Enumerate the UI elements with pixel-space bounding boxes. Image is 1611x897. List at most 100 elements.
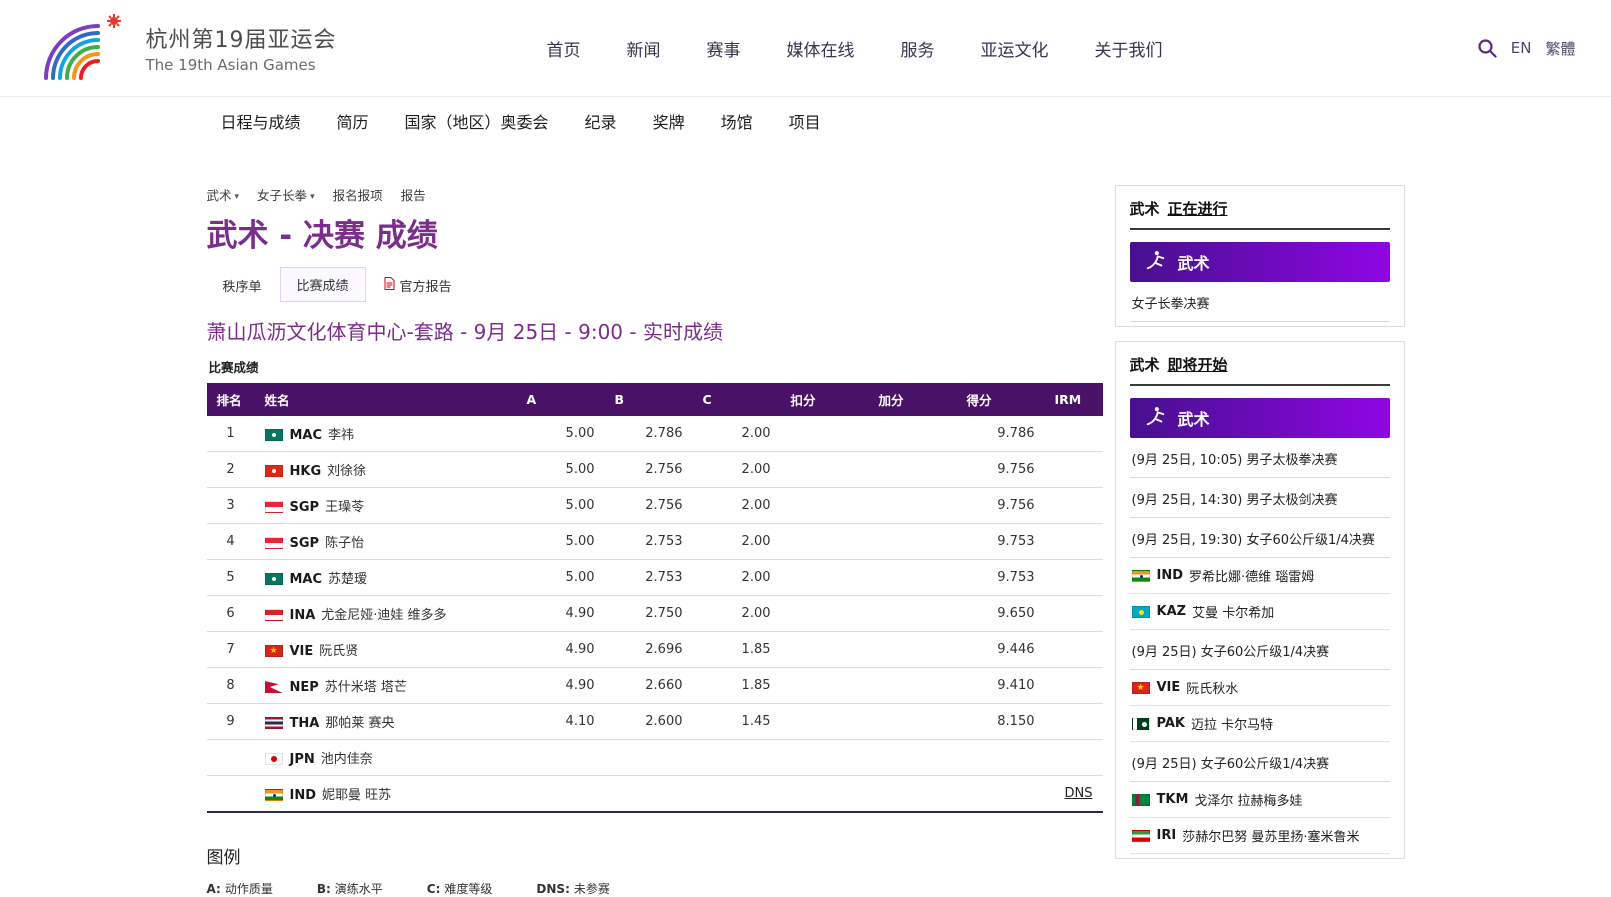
column-header-8: IRM — [1045, 383, 1103, 416]
noc-code: IND — [290, 788, 317, 803]
legend-label: 未参赛 — [574, 882, 610, 896]
nav-item-0[interactable]: 首页 — [547, 36, 581, 61]
column-header-7: 得分 — [957, 383, 1045, 416]
tab-0[interactable]: 秩序单 — [207, 269, 278, 302]
athlete-name: 戈泽尔 拉赫梅多娃 — [1194, 790, 1302, 809]
total-score-cell: 8.150 — [957, 704, 1045, 740]
athlete-cell: IND妮耶曼 旺苏 — [255, 776, 517, 813]
rank-cell: 1 — [207, 416, 255, 452]
nav-item-2[interactable]: 赛事 — [707, 36, 741, 61]
breadcrumb-item-3[interactable]: 报告 — [401, 185, 426, 204]
score-c-cell: 1.85 — [693, 632, 781, 668]
athlete-cell: NEP苏什米塔 塔芒 — [255, 668, 517, 704]
athlete-cell: VIE阮氏贤 — [255, 632, 517, 668]
subnav-item-1[interactable]: 简历 — [337, 109, 369, 133]
legend-label: 演练水平 — [335, 882, 383, 896]
score-a-cell — [517, 776, 605, 813]
sport-banner-live[interactable]: 武术 — [1130, 242, 1390, 282]
score-b-cell: 2.600 — [605, 704, 693, 740]
legend-key: A: — [207, 882, 221, 896]
nav-item-5[interactable]: 亚运文化 — [981, 36, 1049, 61]
score-b-cell: 2.756 — [605, 488, 693, 524]
breadcrumb-item-2[interactable]: 报名报项 — [333, 185, 383, 204]
score-c-cell: 2.00 — [693, 416, 781, 452]
nav-item-1[interactable]: 新闻 — [627, 36, 661, 61]
athlete-name: 李祎 — [328, 428, 354, 443]
tabs: 秩序单 比赛成绩官方报告 — [207, 267, 1103, 302]
search-icon[interactable] — [1477, 38, 1497, 58]
flag-icon-jpn — [265, 753, 283, 765]
breadcrumb-item-0[interactable]: 武术▾ — [207, 185, 240, 204]
subnav-item-6[interactable]: 项目 — [789, 109, 821, 133]
rank-cell: 7 — [207, 632, 255, 668]
column-header-6: 加分 — [869, 383, 957, 416]
legend-key: DNS: — [536, 882, 569, 896]
sport-banner-upcoming[interactable]: 武术 — [1130, 398, 1390, 438]
total-score-cell — [957, 740, 1045, 776]
score-b-cell: 2.696 — [605, 632, 693, 668]
bonus-cell — [869, 776, 957, 813]
side-status-link-upcoming[interactable]: 即将开始 — [1168, 354, 1228, 375]
athlete-cell: THA那帕莱 赛央 — [255, 704, 517, 740]
subnav-item-2[interactable]: 国家（地区）奥委会 — [405, 109, 549, 133]
tab-label: 比赛成绩 — [297, 275, 349, 294]
athlete-cell: HKG刘徐徐 — [255, 452, 517, 488]
tab-1[interactable]: 比赛成绩 — [280, 267, 366, 302]
total-score-cell: 9.410 — [957, 668, 1045, 704]
score-a-cell: 4.90 — [517, 632, 605, 668]
tab-2[interactable]: 官方报告 — [368, 269, 468, 302]
side-status-link-live[interactable]: 正在进行 — [1168, 198, 1228, 219]
legend: 图例 A:动作质量B:演练水平C:难度等级DNS:未参赛 — [207, 843, 1103, 897]
score-c-cell — [693, 740, 781, 776]
subnav-item-0[interactable]: 日程与成绩 — [221, 109, 301, 133]
total-score-cell: 9.756 — [957, 452, 1045, 488]
legend-title: 图例 — [207, 843, 1103, 868]
session-title: 萧山瓜沥文化体育中心-套路 - 9月 25日 - 9:00 - 实时成绩 — [207, 316, 1103, 345]
legend-item-3: DNS: 未参赛 — [536, 880, 609, 897]
total-score-cell: 9.756 — [957, 488, 1045, 524]
deduction-cell — [781, 416, 869, 452]
bonus-cell — [869, 740, 957, 776]
deduction-cell — [781, 452, 869, 488]
breadcrumb-item-1[interactable]: 女子长拳▾ — [257, 185, 315, 204]
subnav-item-3[interactable]: 纪录 — [585, 109, 617, 133]
legend-label: 难度等级 — [444, 882, 492, 896]
sidebar: 武术正在进行武术女子长拳决赛 武术即将开始武术(9月 25日, 10:05) 男… — [1115, 185, 1405, 873]
table-row: JPN池内佳奈 — [207, 740, 1103, 776]
athlete-cell: INA尤金尼娅·迪娃 维多多 — [255, 596, 517, 632]
side-sport-label: 武术 — [1130, 354, 1160, 375]
bonus-cell — [869, 668, 957, 704]
athlete-name: 莎赫尔巴努 曼苏里扬·塞米鲁米 — [1182, 826, 1359, 845]
lang-en-link[interactable]: EN — [1511, 39, 1532, 57]
score-b-cell: 2.786 — [605, 416, 693, 452]
legend-label: 动作质量 — [225, 882, 273, 896]
flag-icon-pak — [1132, 718, 1150, 730]
score-a-cell: 4.10 — [517, 704, 605, 740]
wushu-pictogram-icon — [1144, 405, 1166, 427]
deduction-cell — [781, 740, 869, 776]
subnav-item-5[interactable]: 场馆 — [721, 109, 753, 133]
site-logo[interactable]: 杭州第19届亚运会 The 19th Asian Games — [36, 12, 337, 84]
flag-icon-sgp — [265, 537, 283, 549]
nav-item-3[interactable]: 媒体在线 — [787, 36, 855, 61]
score-a-cell — [517, 740, 605, 776]
dns-link[interactable]: DNS — [1065, 786, 1093, 801]
nav-item-4[interactable]: 服务 — [901, 36, 935, 61]
noc-code: THA — [290, 716, 320, 731]
chevron-down-icon: ▾ — [235, 192, 240, 202]
side-event-title-upcoming-4: (9月 25日) 女子60公斤级1/4决赛 — [1130, 742, 1390, 782]
athlete-cell: SGP王璪苓 — [255, 488, 517, 524]
nav-item-6[interactable]: 关于我们 — [1095, 36, 1163, 61]
lang-trad-link[interactable]: 繁體 — [1545, 38, 1575, 59]
score-b-cell: 2.756 — [605, 452, 693, 488]
tab-label: 秩序单 — [223, 276, 262, 295]
noc-code: IRI — [1157, 828, 1177, 843]
flag-icon-mac — [265, 429, 283, 441]
subnav-item-4[interactable]: 奖牌 — [653, 109, 685, 133]
athlete-name: 迈拉 卡尔马特 — [1191, 714, 1273, 733]
rank-cell — [207, 740, 255, 776]
side-athlete-row: VIE阮氏秋水 — [1130, 670, 1390, 706]
deduction-cell — [781, 596, 869, 632]
score-c-cell: 2.00 — [693, 596, 781, 632]
legend-item-1: B:演练水平 — [317, 880, 383, 897]
